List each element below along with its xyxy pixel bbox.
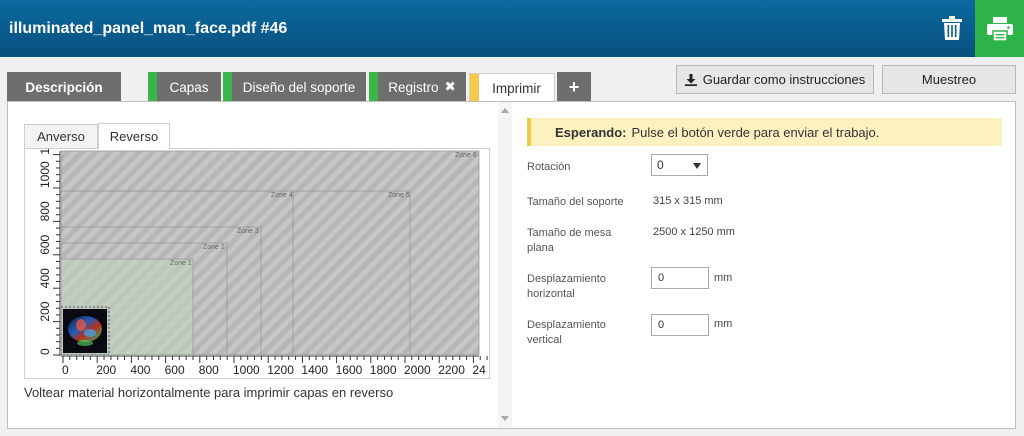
media-preview[interactable]: Zone 6 Zone 4 Zone 5 Zone 3 Zone 2 Zone … bbox=[24, 148, 490, 379]
x-tick-label: 1800 bbox=[370, 363, 397, 377]
download-icon bbox=[684, 73, 697, 86]
sample-button[interactable]: Muestreo bbox=[882, 65, 1016, 94]
scroll-up-icon[interactable] bbox=[501, 108, 509, 113]
tab-descripcion[interactable]: Descripción bbox=[7, 72, 121, 102]
tab-label: Registro bbox=[388, 79, 439, 95]
x-tick-label: 400 bbox=[130, 363, 150, 377]
print-button[interactable] bbox=[975, 0, 1024, 57]
y-tick-label: 200 bbox=[38, 301, 52, 321]
preview-column: Anverso Reverso Zone 6 Zone 4 Zone 5 Zon… bbox=[8, 102, 512, 428]
h-offset-label: Desplazamiento horizontal bbox=[527, 273, 606, 300]
add-tab-button[interactable]: + bbox=[557, 72, 591, 102]
tab-registro[interactable]: Registro ✖ bbox=[369, 72, 466, 102]
x-tick-label: 600 bbox=[165, 363, 185, 377]
subtab-label: Anverso bbox=[37, 129, 85, 144]
tab-status-bar bbox=[369, 72, 378, 102]
subtab-reverso[interactable]: Reverso bbox=[98, 123, 170, 149]
y-tick-label: 1000 bbox=[38, 161, 52, 188]
tab-label: Descripción bbox=[25, 79, 103, 95]
zone-label: Zone 6 bbox=[455, 152, 477, 159]
x-ruler: 0 200 400 600 800 1000 1200 1400 1600 1800 2000 220… bbox=[61, 355, 489, 378]
tab-imprimir[interactable]: Imprimir bbox=[469, 73, 555, 102]
tab-label: Diseño del soporte bbox=[242, 79, 356, 95]
x-tick-label: 1600 bbox=[336, 363, 363, 377]
v-offset-label: Desplazamiento vertical bbox=[527, 319, 606, 346]
tab-status-bar bbox=[223, 72, 232, 102]
tab-diseno-soporte[interactable]: Diseño del soporte bbox=[223, 72, 366, 102]
x-tick-label: 1200 bbox=[267, 363, 294, 377]
document-title: illuminated_panel_man_face.pdf #46 bbox=[9, 20, 288, 37]
status-banner: Esperando: Pulse el botón verde para env… bbox=[527, 118, 1002, 146]
x-tick-label: 2000 bbox=[404, 363, 431, 377]
y-tick-label: 400 bbox=[38, 268, 52, 288]
rotation-label: Rotación bbox=[527, 161, 571, 173]
table-size-label: Tamaño de mesa plana bbox=[527, 227, 612, 254]
media-size-label: Tamaño del soporte bbox=[527, 196, 624, 208]
app-header: illuminated_panel_man_face.pdf #46 bbox=[0, 0, 1024, 57]
subtab-label: Reverso bbox=[109, 128, 159, 144]
x-tick-label: 0 bbox=[62, 363, 69, 377]
chevron-down-icon bbox=[693, 163, 701, 169]
y-ruler: 0 200 400 600 800 1000 1200 bbox=[25, 149, 61, 378]
tab-capas[interactable]: Capas bbox=[148, 72, 221, 102]
plus-icon: + bbox=[568, 76, 580, 97]
sample-button-label: Muestreo bbox=[921, 72, 977, 87]
print-panel: Anverso Reverso Zone 6 Zone 4 Zone 5 Zon… bbox=[7, 101, 1016, 429]
scrollbar[interactable] bbox=[498, 102, 512, 428]
tab-status-bar bbox=[148, 72, 157, 102]
zone-label: Zone 2 bbox=[203, 244, 225, 251]
x-tick-label: 1400 bbox=[301, 363, 328, 377]
h-offset-input[interactable] bbox=[651, 267, 709, 289]
status-label: Esperando: bbox=[555, 124, 627, 140]
h-offset-unit: mm bbox=[714, 272, 733, 284]
table-size-value: 2500 x 1250 mm bbox=[653, 226, 735, 238]
zone-label: Zone 5 bbox=[388, 192, 410, 199]
scroll-down-icon[interactable] bbox=[501, 416, 509, 421]
tab-status-bar bbox=[470, 74, 479, 102]
y-tick-label: 800 bbox=[38, 201, 52, 221]
x-tick-label: 24 bbox=[472, 363, 486, 377]
x-tick-label: 200 bbox=[96, 363, 116, 377]
y-tick-label: 0 bbox=[38, 348, 52, 355]
zone-label: Zone 4 bbox=[271, 192, 293, 199]
v-offset-unit: mm bbox=[714, 318, 733, 330]
zone-label: Zone 3 bbox=[237, 228, 259, 235]
x-tick-label: 2200 bbox=[438, 363, 465, 377]
zone-label: Zone 1 bbox=[170, 260, 192, 267]
media-size-value: 315 x 315 mm bbox=[653, 195, 723, 207]
media-thumbnail[interactable] bbox=[60, 306, 110, 356]
tab-label: Imprimir bbox=[492, 80, 541, 96]
v-offset-input[interactable] bbox=[651, 314, 709, 336]
y-tick-label: 1200 bbox=[38, 149, 52, 155]
save-as-instructions-button[interactable]: Guardar como instrucciones bbox=[676, 65, 874, 94]
subtab-anverso[interactable]: Anverso bbox=[24, 124, 98, 149]
save-button-label: Guardar como instrucciones bbox=[702, 72, 866, 87]
tab-label: Capas bbox=[169, 79, 209, 95]
flip-instruction-text: Voltear material horizontalmente para im… bbox=[24, 385, 394, 400]
y-tick-label: 600 bbox=[38, 234, 52, 254]
rotation-select[interactable]: 0 bbox=[651, 154, 708, 176]
x-tick-label: 1000 bbox=[233, 363, 260, 377]
rotation-value: 0 bbox=[657, 158, 664, 172]
printer-icon bbox=[986, 16, 1013, 41]
status-message: Pulse el botón verde para enviar el trab… bbox=[631, 124, 880, 140]
x-tick-label: 800 bbox=[199, 363, 219, 377]
trash-icon[interactable] bbox=[932, 10, 972, 46]
close-icon[interactable]: ✖ bbox=[444, 79, 455, 95]
